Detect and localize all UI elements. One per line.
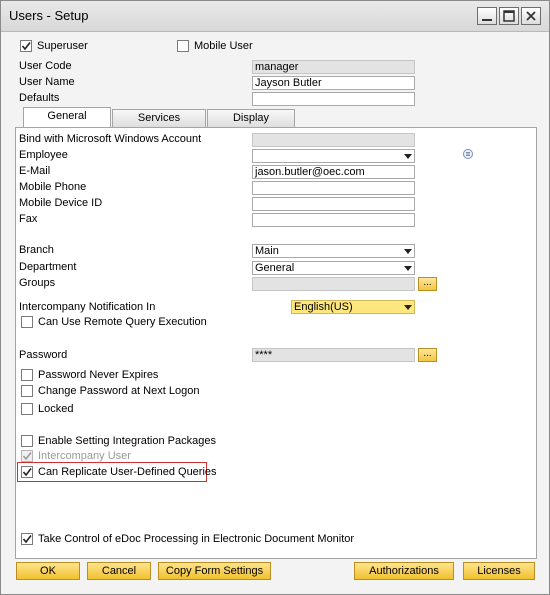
minimize-icon — [482, 19, 492, 21]
locked-checkbox[interactable] — [21, 403, 33, 415]
bind-windows-label: Bind with Microsoft Windows Account — [19, 133, 202, 145]
email-label: E-Mail — [19, 165, 51, 177]
licenses-button[interactable]: Licenses — [463, 562, 535, 580]
maximize-button[interactable] — [499, 7, 519, 25]
title-bar: Users - Setup — [1, 1, 549, 32]
branch-dropdown[interactable]: Main — [252, 244, 415, 258]
mobile-user-label: Mobile User — [194, 40, 253, 52]
mobile-device-field[interactable] — [252, 197, 415, 211]
info-icon[interactable] — [463, 149, 473, 159]
email-field[interactable]: jason.butler@oec.com — [252, 165, 415, 179]
change-password-label: Change Password at Next Logon — [38, 385, 200, 397]
password-never-expires-checkbox[interactable] — [21, 369, 33, 381]
branch-label: Branch — [19, 244, 54, 256]
replicate-queries-checkbox[interactable] — [21, 466, 33, 478]
groups-label: Groups — [19, 277, 56, 289]
checkmark-icon — [21, 42, 31, 51]
chevron-down-icon — [404, 305, 412, 310]
department-dropdown[interactable]: General — [252, 261, 415, 275]
window-title: Users - Setup — [9, 8, 89, 23]
employee-label: Employee — [19, 149, 68, 161]
fax-field[interactable] — [252, 213, 415, 227]
mobile-user-checkbox[interactable] — [177, 40, 189, 52]
superuser-label: Superuser — [37, 40, 88, 52]
locked-label: Locked — [38, 403, 74, 415]
user-code-label: User Code — [19, 60, 72, 72]
groups-field[interactable] — [252, 277, 415, 291]
remote-query-label: Can Use Remote Query Execution — [38, 316, 207, 328]
integration-packages-checkbox[interactable] — [21, 435, 33, 447]
close-button[interactable] — [521, 7, 541, 25]
checkmark-icon — [22, 535, 32, 544]
cancel-button[interactable]: Cancel — [87, 562, 151, 580]
bind-windows-field[interactable] — [252, 133, 415, 147]
branch-value: Main — [255, 245, 279, 257]
remote-query-checkbox[interactable] — [21, 316, 33, 328]
password-never-expires-label: Password Never Expires — [38, 369, 159, 381]
mobile-phone-field[interactable] — [252, 181, 415, 195]
change-password-checkbox[interactable] — [21, 385, 33, 397]
department-value: General — [255, 262, 295, 274]
intercompany-user-label: Intercompany User — [38, 450, 131, 462]
fax-label: Fax — [19, 213, 38, 225]
checkmark-icon — [22, 452, 32, 461]
edoc-checkbox[interactable] — [21, 533, 33, 545]
ok-button[interactable]: OK — [16, 562, 80, 580]
superuser-checkbox[interactable] — [20, 40, 32, 52]
chevron-down-icon — [404, 154, 412, 159]
password-browse-button[interactable]: ... — [418, 348, 437, 362]
minimize-button[interactable] — [477, 7, 497, 25]
chevron-down-icon — [404, 249, 412, 254]
user-name-field[interactable]: Jayson Butler — [252, 76, 415, 90]
department-label: Department — [19, 261, 77, 273]
chevron-down-icon — [404, 266, 412, 271]
intercompany-notification-value: English(US) — [294, 301, 353, 313]
maximize-icon — [503, 10, 515, 22]
defaults-field[interactable] — [252, 92, 415, 106]
intercompany-notification-label: Intercompany Notification In — [19, 301, 156, 313]
close-icon — [526, 11, 536, 21]
intercompany-notification-dropdown[interactable]: English(US) — [291, 300, 415, 314]
authorizations-button[interactable]: Authorizations — [354, 562, 454, 580]
groups-browse-button[interactable]: ... — [418, 277, 437, 291]
user-code-field[interactable]: manager — [252, 60, 415, 74]
tab-display[interactable]: Display — [207, 109, 295, 127]
tab-general[interactable]: General — [23, 107, 111, 127]
password-label: Password — [19, 349, 68, 361]
checkmark-icon — [22, 468, 32, 477]
users-setup-window: Users - Setup Superuser Mobile User User… — [0, 0, 550, 595]
tab-services[interactable]: Services — [112, 109, 206, 127]
replicate-queries-label: Can Replicate User-Defined Queries — [38, 466, 217, 478]
mobile-phone-label: Mobile Phone — [19, 181, 87, 193]
mobile-device-label: Mobile Device ID — [19, 197, 103, 209]
intercompany-user-checkbox — [21, 450, 33, 462]
list-icon — [466, 152, 470, 156]
user-name-label: User Name — [19, 76, 75, 88]
integration-packages-label: Enable Setting Integration Packages — [38, 435, 216, 447]
copy-form-settings-button[interactable]: Copy Form Settings — [158, 562, 271, 580]
edoc-label: Take Control of eDoc Processing in Elect… — [38, 533, 355, 545]
employee-dropdown[interactable] — [252, 149, 415, 163]
defaults-label: Defaults — [19, 92, 60, 104]
password-field[interactable]: **** — [252, 348, 415, 362]
